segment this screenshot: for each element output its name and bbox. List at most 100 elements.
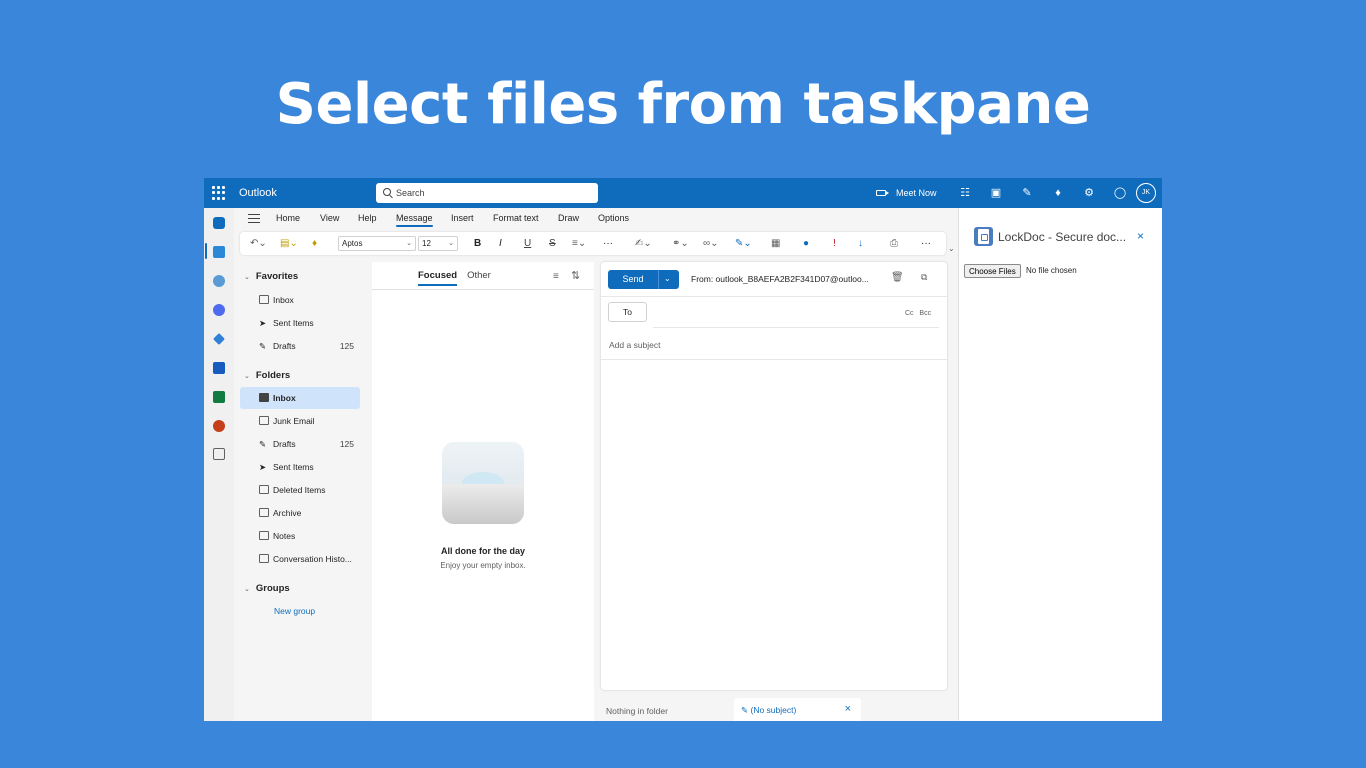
strikethrough-icon[interactable]: S (549, 237, 556, 250)
groups-header[interactable]: ⌄ Groups (244, 583, 290, 594)
font-size-value: 12 (422, 239, 431, 248)
folder-inbox[interactable]: Inbox (240, 387, 360, 409)
folder-label: Inbox (273, 295, 294, 305)
sort-icon[interactable]: ⇅ (571, 269, 580, 282)
folder-label: Conversation Histo... (273, 554, 352, 564)
folder-conversation-history[interactable]: Conversation Histo... (240, 548, 360, 570)
tab-draw[interactable]: Draw (558, 213, 579, 223)
from-field[interactable]: From: outlook_B8AEFA2B2F341D07@outloo... (691, 274, 869, 284)
rail-active-indicator (205, 243, 207, 259)
groups-icon[interactable] (213, 304, 225, 316)
chevron-down-icon: ⌄ (448, 240, 454, 247)
bcc-button[interactable]: Bcc (919, 310, 931, 317)
folder-archive[interactable]: Archive (240, 502, 360, 524)
editor-icon[interactable]: ✎⌄ (735, 237, 752, 250)
tab-insert[interactable]: Insert (451, 213, 474, 223)
chevron-down-icon[interactable]: ⌄ (664, 274, 671, 283)
close-icon[interactable]: × (1137, 229, 1144, 243)
my-day-icon[interactable]: ✎ (1020, 186, 1034, 200)
pop-out-icon[interactable]: ⧉ (921, 272, 927, 283)
high-importance-icon[interactable]: ! (833, 237, 836, 250)
folder-sent-items[interactable]: ➤ Sent Items (240, 456, 360, 478)
todo-icon[interactable] (213, 333, 225, 345)
mail-icon[interactable] (213, 217, 225, 229)
folder-notes[interactable]: Notes (240, 525, 360, 547)
powerpoint-icon[interactable] (213, 420, 225, 432)
teams-icon[interactable]: ☷ (958, 186, 972, 200)
attach-icon[interactable]: ⚭⌄ (672, 237, 689, 250)
people-icon[interactable] (213, 275, 225, 287)
hamburger-menu-icon[interactable] (248, 214, 260, 223)
empty-title: All done for the day (440, 546, 525, 556)
favorite-drafts[interactable]: ✎ Drafts 125 (240, 335, 360, 357)
tab-help[interactable]: Help (358, 213, 377, 223)
tab-options[interactable]: Options (598, 213, 629, 223)
close-icon[interactable]: × (845, 703, 851, 715)
tab-message[interactable]: Message (396, 213, 433, 227)
tab-home[interactable]: Home (276, 213, 300, 223)
new-group-link[interactable]: New group (274, 606, 315, 616)
send-button[interactable]: Send ⌄ (608, 270, 679, 289)
italic-icon[interactable]: I (499, 237, 502, 250)
draft-tab[interactable]: ✎ (No subject) × (734, 698, 861, 721)
subject-input[interactable]: Add a subject (609, 340, 661, 350)
send-label: Send (622, 274, 644, 284)
tab-other[interactable]: Other (467, 270, 491, 281)
choose-files-button[interactable]: Choose Files (964, 264, 1021, 278)
meet-now-button[interactable]: Meet Now (876, 188, 937, 198)
folder-junk-email[interactable]: Junk Email (240, 410, 360, 432)
format-painter-icon[interactable]: ♦ (312, 237, 317, 250)
search-input[interactable]: Search (376, 183, 598, 203)
print-icon[interactable]: ⎙ (890, 237, 898, 250)
trash-icon[interactable]: 🗑 (891, 272, 904, 283)
filter-icon[interactable]: ≡ (553, 271, 559, 282)
ribbon-expand-chevron-icon[interactable]: ⌄ (948, 244, 955, 253)
tab-view[interactable]: View (320, 213, 339, 223)
avatar[interactable]: JK (1136, 183, 1156, 203)
lightbulb-icon[interactable]: ◯ (1113, 186, 1127, 200)
more-formatting-icon[interactable]: ··· (603, 237, 613, 250)
cc-button[interactable]: Cc (905, 310, 914, 317)
underline-icon[interactable]: U (524, 237, 531, 250)
tab-format-text[interactable]: Format text (493, 213, 539, 223)
bell-icon[interactable]: ♦ (1051, 186, 1065, 200)
font-size-select[interactable]: 12 ⌄ (418, 236, 458, 251)
apps-icon[interactable]: ▦ (771, 237, 780, 250)
message-list: Focused Other ≡ ⇅ All done for the day E… (372, 262, 594, 721)
favorites-header[interactable]: ⌄ Favorites (244, 271, 298, 282)
tab-focused[interactable]: Focused (418, 270, 458, 286)
cc-bcc: Cc Bcc (905, 310, 931, 317)
paste-icon[interactable]: ▤⌄ (280, 237, 298, 250)
file-status-text: No file chosen (1026, 266, 1077, 275)
folder-pane: ⌄ Favorites Inbox ➤ Sent Items ✎ Drafts 125 … (234, 258, 372, 721)
send-icon: ➤ (259, 462, 267, 472)
excel-icon[interactable] (213, 391, 225, 403)
nothing-in-folder-tab[interactable]: Nothing in folder (606, 706, 668, 716)
low-importance-icon[interactable]: ↓ (858, 237, 863, 250)
undo-icon[interactable]: ↶⌄ (250, 237, 267, 250)
bold-icon[interactable]: B (474, 237, 481, 250)
taskpane-title: LockDoc - Secure doc... (998, 230, 1127, 244)
to-button[interactable]: To (608, 302, 647, 322)
link-icon[interactable]: ∞⌄ (703, 237, 719, 250)
favorite-inbox[interactable]: Inbox (240, 289, 360, 311)
font-name-select[interactable]: Aptos ⌄ (338, 236, 416, 251)
more-apps-icon[interactable] (213, 448, 225, 460)
folders-header[interactable]: ⌄ Folders (244, 370, 290, 381)
folder-deleted-items[interactable]: Deleted Items (240, 479, 360, 501)
signature-icon[interactable]: ✍⌄ (635, 237, 652, 250)
app-name[interactable]: Outlook (239, 187, 277, 199)
outlook-window: Outlook Search Meet Now ☷ ▣ ✎ ♦ ⚙ ◯ JK H… (204, 178, 1162, 721)
dictate-icon[interactable]: ● (803, 237, 809, 250)
top-bar-icons: ☷ ▣ ✎ ♦ ⚙ ◯ (958, 186, 1127, 200)
line-spacing-icon[interactable]: ≡⌄ (572, 237, 586, 250)
gear-icon[interactable]: ⚙ (1082, 186, 1096, 200)
favorite-sent-items[interactable]: ➤ Sent Items (240, 312, 360, 334)
word-icon[interactable] (213, 362, 225, 374)
outlook-icon[interactable]: ▣ (989, 186, 1003, 200)
app-launcher-icon[interactable] (212, 186, 226, 200)
calendar-icon[interactable] (213, 246, 225, 258)
more-options-icon[interactable]: ··· (921, 237, 931, 250)
folder-label: Sent Items (273, 462, 314, 472)
folder-drafts[interactable]: ✎ Drafts 125 (240, 433, 360, 455)
